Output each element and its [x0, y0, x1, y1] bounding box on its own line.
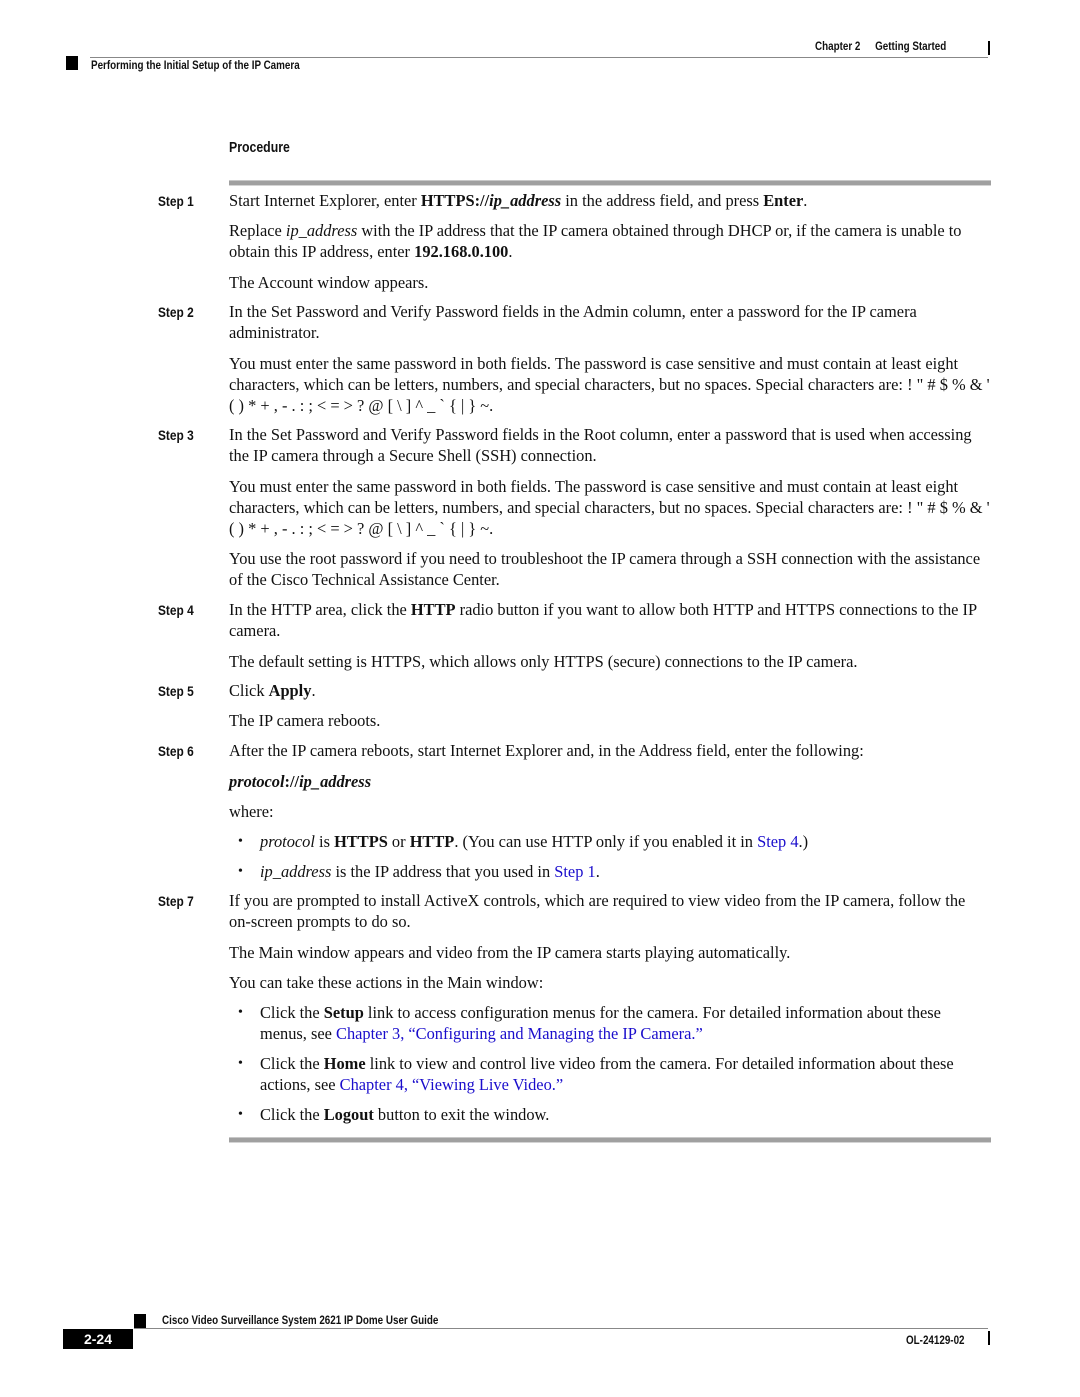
step-2-note: You must enter the same password in both… — [229, 354, 990, 415]
text: or — [387, 832, 410, 851]
text-bold: 192.168.0.100 — [414, 242, 509, 261]
document-number: OL-24129-02 — [906, 1333, 965, 1347]
text-bold: HTTP — [409, 832, 455, 851]
text: .) — [798, 832, 809, 851]
text: button to exit the window. — [373, 1105, 550, 1124]
text: Click the — [260, 1105, 324, 1124]
step-4-note: The default setting is HTTPS, which allo… — [229, 652, 858, 671]
footer-rule — [134, 1328, 988, 1329]
step-3-note-root: You use the root password if you need to… — [229, 549, 981, 589]
step-3-note: You must enter the same password in both… — [229, 477, 990, 538]
procedure-bottom-rule — [229, 1137, 991, 1143]
text-bold-italic: protocol — [229, 772, 285, 791]
procedure-heading: Procedure — [229, 139, 290, 156]
running-header-section: Performing the Initial Setup of the IP C… — [91, 58, 300, 72]
link-step-4[interactable]: Step 4 — [757, 832, 798, 851]
header-bar-marker — [988, 41, 990, 55]
text-bold: Home — [323, 1054, 366, 1073]
bullet-icon: • — [238, 864, 243, 879]
page-number: 2-24 — [63, 1329, 133, 1349]
step-4-label: Step 4 — [158, 602, 194, 618]
text: is — [314, 832, 335, 851]
text-italic: protocol — [260, 832, 315, 851]
footer-marker — [134, 1314, 146, 1328]
link-step-1[interactable]: Step 1 — [554, 862, 595, 881]
running-header-chapter: Chapter 2 Getting Started — [815, 39, 946, 53]
text-italic: ip_address — [285, 221, 358, 240]
text-bold: Apply — [268, 681, 312, 700]
text: . (You can use HTTP only if you enabled … — [454, 832, 758, 851]
step-1-note: Replace ip_address with the IP address t… — [229, 220, 991, 262]
text-bold: HTTPS:// — [420, 191, 490, 210]
text: . — [803, 191, 808, 210]
step-6-bullet-protocol: protocol is HTTPS or HTTP. (You can use … — [260, 831, 991, 852]
footer-guide-title: Cisco Video Surveillance System 2621 IP … — [162, 1313, 439, 1327]
step-2-instruction: In the Set Password and Verify Password … — [229, 302, 917, 342]
step-7-bullet-home: Click the Home link to view and control … — [260, 1053, 991, 1095]
bullet-icon: • — [238, 1107, 243, 1122]
step-6-label: Step 6 — [158, 743, 194, 759]
text-bold-italic: ip_address — [299, 772, 372, 791]
footer-bar-marker — [988, 1331, 990, 1345]
step-5-result: The IP camera reboots. — [229, 711, 381, 730]
step-6-bullet-ip-address: ip_address is the IP address that you us… — [260, 861, 991, 882]
text: Start Internet Explorer, enter — [229, 191, 421, 210]
step-7-result: The Main window appears and video from t… — [229, 943, 791, 962]
text-bold: HTTPS — [334, 832, 388, 851]
step-7-bullet-setup: Click the Setup link to access configura… — [260, 1002, 991, 1044]
text-bold: HTTP — [410, 600, 456, 619]
text: in the address field, and press — [561, 191, 764, 210]
step-3-instruction: In the Set Password and Verify Password … — [229, 425, 972, 465]
step-1-instruction: Start Internet Explorer, enter HTTPS://i… — [229, 190, 991, 211]
step-4-instruction: In the HTTP area, click the HTTP radio b… — [229, 599, 991, 641]
step-6-instruction: After the IP camera reboots, start Inter… — [229, 741, 864, 760]
header-chapter-title: Getting Started — [875, 39, 947, 53]
text-bold: Logout — [323, 1105, 374, 1124]
text-bold: Setup — [323, 1003, 364, 1022]
text: Click the — [260, 1054, 324, 1073]
bullet-icon: • — [238, 1056, 243, 1071]
step-7-actions-intro: You can take these actions in the Main w… — [229, 973, 544, 992]
text: Click the — [260, 1003, 324, 1022]
header-section-marker — [66, 56, 78, 70]
text: . — [508, 242, 513, 261]
step-5-label: Step 5 — [158, 683, 194, 699]
step-2-label: Step 2 — [158, 304, 194, 320]
text: . — [595, 862, 600, 881]
step-6-url-syntax: protocol://ip_address — [229, 771, 991, 792]
text: . — [311, 681, 316, 700]
step-3-label: Step 3 — [158, 427, 194, 443]
text-bold: Enter — [763, 191, 804, 210]
text: is the IP address that you used in — [331, 862, 555, 881]
header-chapter-number: Chapter 2 — [815, 39, 861, 53]
text-bold-italic: ip_address — [489, 191, 562, 210]
bullet-icon: • — [238, 834, 243, 849]
bullet-icon: • — [238, 1005, 243, 1020]
step-1-label: Step 1 — [158, 193, 194, 209]
step-6-where: where: — [229, 802, 274, 821]
step-7-label: Step 7 — [158, 893, 194, 909]
procedure-top-rule — [229, 180, 991, 186]
link-chapter-3[interactable]: Chapter 3, “Configuring and Managing the… — [336, 1024, 703, 1043]
step-1-result: The Account window appears. — [229, 273, 429, 292]
link-chapter-4[interactable]: Chapter 4, “Viewing Live Video.” — [340, 1075, 564, 1094]
text-italic: ip_address — [260, 862, 332, 881]
step-7-instruction: If you are prompted to install ActiveX c… — [229, 891, 966, 931]
text: Replace — [229, 221, 286, 240]
text: In the HTTP area, click the — [229, 600, 411, 619]
text: Click — [229, 681, 269, 700]
step-7-bullet-logout: Click the Logout button to exit the wind… — [260, 1104, 991, 1125]
text-bold: :// — [284, 772, 300, 791]
step-5-instruction: Click Apply. — [229, 680, 991, 701]
